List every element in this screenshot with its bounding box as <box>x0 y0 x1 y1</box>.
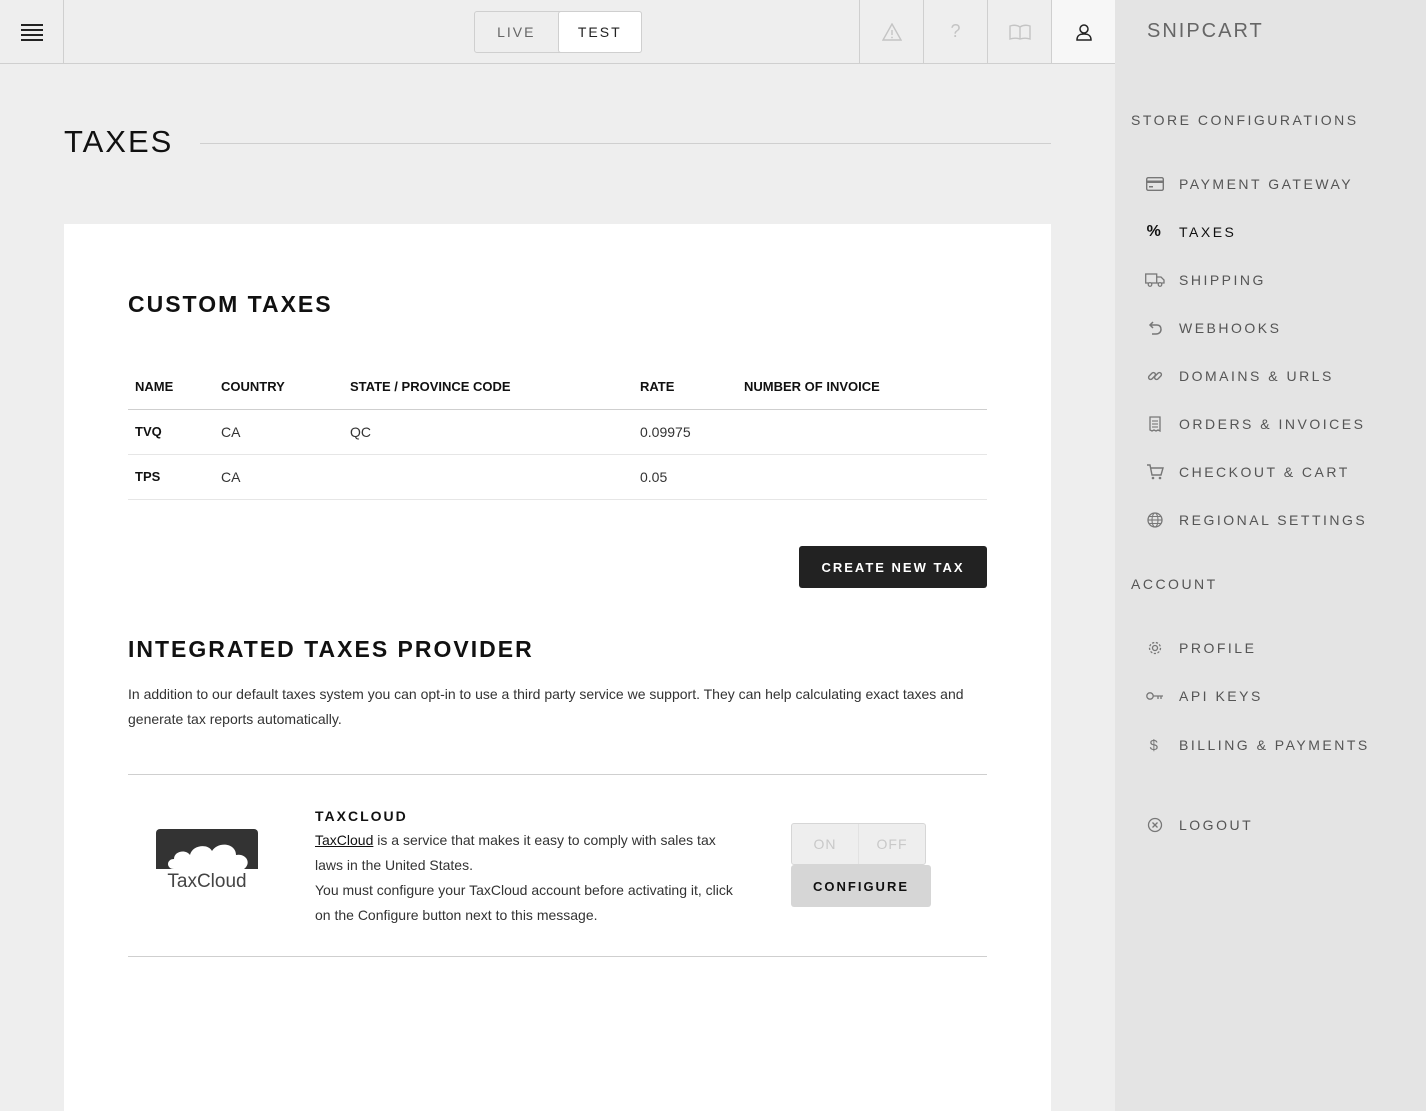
sidebar-item-label: DOMAINS & URLS <box>1179 368 1334 384</box>
gear-icon <box>1145 638 1165 658</box>
sidebar-item-payment-gateway[interactable]: PAYMENT GATEWAY <box>1145 172 1353 196</box>
tax-name: TPS <box>128 454 214 500</box>
provider-name: TAXCLOUD <box>315 808 408 824</box>
env-test-option[interactable]: TEST <box>557 11 642 53</box>
sidebar-item-billing[interactable]: $ BILLING & PAYMENTS <box>1145 733 1370 757</box>
sidebar-item-label: ORDERS & INVOICES <box>1179 416 1366 432</box>
table-row[interactable]: TPS CA 0.05 <box>128 454 987 500</box>
sidebar-item-taxes[interactable]: % TAXES <box>1145 220 1236 244</box>
taxcloud-link[interactable]: TaxCloud <box>315 832 373 848</box>
sidebar-item-regional[interactable]: REGIONAL SETTINGS <box>1145 508 1367 532</box>
close-circle-icon <box>1145 815 1165 835</box>
column-header: NUMBER OF INVOICE <box>737 364 987 410</box>
sidebar-item-label: REGIONAL SETTINGS <box>1179 512 1368 528</box>
provider-note: You must configure your TaxCloud account… <box>315 882 733 923</box>
toggle-on-option[interactable]: ON <box>792 824 859 864</box>
account-heading: ACCOUNT <box>1131 576 1218 592</box>
sidebar-item-checkout[interactable]: CHECKOUT & CART <box>1145 460 1350 484</box>
hamburger-menu-button[interactable] <box>0 0 64 63</box>
warning-icon <box>881 22 902 41</box>
sidebar-item-webhooks[interactable]: WEBHOOKS <box>1145 316 1281 340</box>
sidebar-item-label: API KEYS <box>1179 688 1263 704</box>
tax-country: CA <box>214 454 343 500</box>
store-config-heading: STORE CONFIGURATIONS <box>1131 112 1359 128</box>
column-header: NAME <box>128 364 214 410</box>
brand-logo: SNIPCART <box>1147 20 1264 42</box>
page-title: TAXES <box>64 124 174 159</box>
sidebar-item-api-keys[interactable]: API KEYS <box>1145 684 1263 708</box>
title-divider <box>200 143 1051 144</box>
sidebar-item-label: LOGOUT <box>1179 817 1254 833</box>
create-new-tax-button[interactable]: CREATE NEW TAX <box>799 546 987 588</box>
book-icon <box>1008 24 1031 40</box>
provider-bottom-divider <box>128 956 987 957</box>
sidebar-item-label: WEBHOOKS <box>1179 320 1282 336</box>
receipt-icon <box>1145 414 1165 434</box>
configure-button[interactable]: CONFIGURE <box>791 865 931 907</box>
sidebar-item-label: PROFILE <box>1179 640 1257 656</box>
sidebar-item-label: PAYMENT GATEWAY <box>1179 176 1354 192</box>
user-icon <box>1075 23 1092 41</box>
provider-top-divider <box>128 774 987 775</box>
globe-icon <box>1145 510 1165 530</box>
sidebar-item-domains[interactable]: DOMAINS & URLS <box>1145 364 1334 388</box>
sidebar-item-label: BILLING & PAYMENTS <box>1179 737 1370 753</box>
tax-rate: 0.05 <box>633 454 737 500</box>
top-bar: LIVE TEST ? <box>0 0 1115 64</box>
percent-icon: % <box>1146 223 1164 240</box>
truck-icon <box>1145 270 1165 290</box>
undo-arrow-icon <box>1145 318 1165 338</box>
environment-toggle: LIVE TEST <box>474 11 642 53</box>
integrated-intro-text: In addition to our default taxes system … <box>128 686 964 727</box>
account-button[interactable] <box>1051 0 1115 63</box>
tax-rate: 0.09975 <box>633 409 737 455</box>
tax-name: TVQ <box>128 409 214 455</box>
integrated-provider-title: INTEGRATED TAXES PROVIDER <box>128 636 534 662</box>
column-header: STATE / PROVINCE CODE <box>343 364 633 410</box>
provider-description: TaxCloud is a service that makes it easy… <box>315 828 735 928</box>
sidebar-item-profile[interactable]: PROFILE <box>1145 636 1256 660</box>
tax-state: QC <box>343 409 633 455</box>
column-header: RATE <box>633 364 737 410</box>
sidebar-item-label: CHECKOUT & CART <box>1179 464 1350 480</box>
sidebar-item-logout[interactable]: LOGOUT <box>1145 813 1253 837</box>
taxes-card: CUSTOM TAXES NAME COUNTRY STATE / PROVIN… <box>64 224 1051 1111</box>
sidebar-item-shipping[interactable]: SHIPPING <box>1145 268 1266 292</box>
alerts-button[interactable] <box>859 0 923 63</box>
sidebar: SNIPCART STORE CONFIGURATIONS PAYMENT GA… <box>1115 0 1426 1111</box>
table-row[interactable]: TVQ CA QC 0.09975 <box>128 409 987 455</box>
cart-icon <box>1145 462 1165 482</box>
question-icon: ? <box>950 21 961 41</box>
env-live-option[interactable]: LIVE <box>475 12 558 52</box>
provider-desc-text: is a service that makes it easy to compl… <box>315 832 716 873</box>
tax-country: CA <box>214 409 343 455</box>
top-icon-group: ? <box>859 0 1115 63</box>
column-header: COUNTRY <box>214 364 343 410</box>
custom-taxes-table: NAME COUNTRY STATE / PROVINCE CODE RATE … <box>128 364 987 500</box>
provider-on-off-toggle[interactable]: ON OFF <box>791 823 926 865</box>
docs-button[interactable] <box>987 0 1051 63</box>
dollar-icon: $ <box>1149 736 1161 754</box>
sidebar-item-orders[interactable]: ORDERS & INVOICES <box>1145 412 1365 436</box>
help-button[interactable]: ? <box>923 0 987 63</box>
custom-taxes-title: CUSTOM TAXES <box>128 291 333 317</box>
table-header-row: NAME COUNTRY STATE / PROVINCE CODE RATE … <box>128 364 987 410</box>
sidebar-item-label: TAXES <box>1179 224 1237 240</box>
toggle-off-option[interactable]: OFF <box>859 824 925 864</box>
taxcloud-logo: TaxCloud <box>156 829 258 891</box>
credit-card-icon <box>1145 174 1165 194</box>
tax-invoices <box>737 454 987 500</box>
hamburger-icon <box>20 23 43 41</box>
taxcloud-logo-text: TaxCloud <box>167 871 246 891</box>
tax-invoices <box>737 409 987 455</box>
tax-state <box>343 454 633 500</box>
link-icon <box>1145 366 1165 386</box>
key-icon <box>1145 686 1165 706</box>
sidebar-item-label: SHIPPING <box>1179 272 1266 288</box>
